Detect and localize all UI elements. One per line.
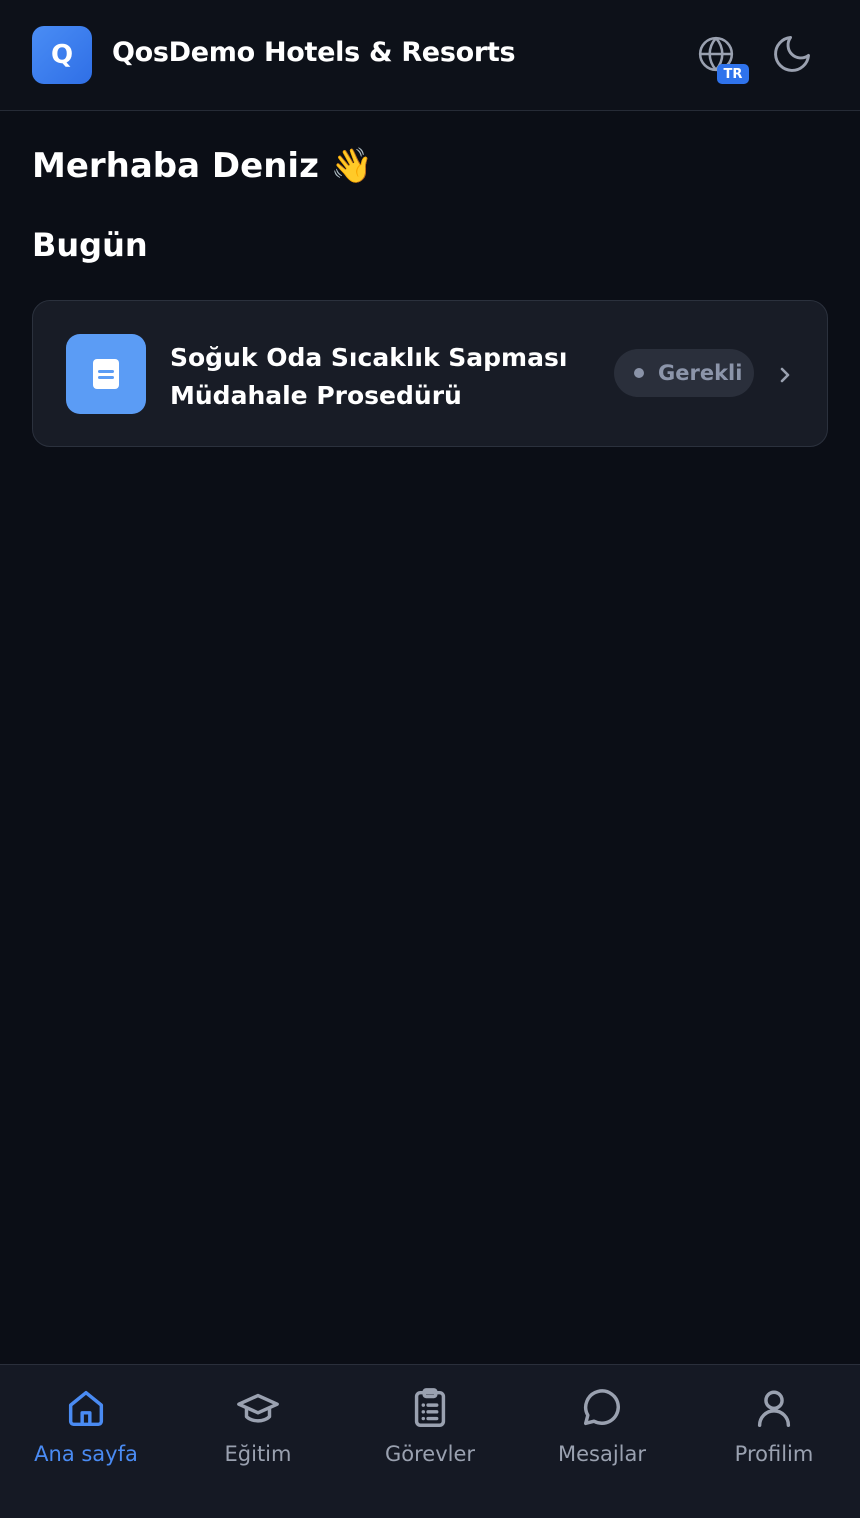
app-title: QosDemo Hotels & Resorts <box>112 37 516 68</box>
nav-label-tasks: Görevler <box>384 1442 476 1466</box>
bottom-navigation: Ana sayfa Eğitim Görevler Mesajlar Profi… <box>0 1364 860 1518</box>
app-root: Q QosDemo Hotels & Resorts TR Merhaba De… <box>0 0 860 1518</box>
today-item-title: Soğuk Oda Sıcaklık Sapması Müdahale Pros… <box>170 343 568 410</box>
nav-item-training[interactable]: Eğitim <box>172 1365 344 1518</box>
language-badge: TR <box>717 64 749 84</box>
app-logo[interactable]: Q <box>32 26 92 84</box>
nav-item-profile[interactable]: Profilim <box>688 1365 860 1518</box>
nav-item-messages[interactable]: Mesajlar <box>516 1365 688 1518</box>
nav-label-messages: Mesajlar <box>557 1442 647 1466</box>
chat-bubble-icon <box>583 1389 621 1426</box>
moon-icon <box>774 36 810 72</box>
nav-item-tasks[interactable]: Görevler <box>344 1365 516 1518</box>
today-section-title: Bugün <box>32 226 148 264</box>
theme-toggle-button[interactable] <box>770 32 814 76</box>
chevron-right-icon <box>780 367 790 383</box>
greeting-heading: Merhaba Deniz 👋 <box>32 146 374 186</box>
user-icon <box>757 1390 791 1427</box>
nav-label-home: Ana sayfa <box>34 1442 138 1466</box>
nav-label-training: Eğitim <box>224 1442 292 1466</box>
status-label: Gerekli <box>658 361 743 385</box>
logo-letter: Q <box>50 40 74 70</box>
today-item-card[interactable]: Soğuk Oda Sıcaklık Sapması Müdahale Pros… <box>32 300 828 447</box>
graduation-cap-icon <box>237 1393 279 1423</box>
nav-item-home[interactable]: Ana sayfa <box>0 1365 172 1518</box>
status-dot <box>634 368 644 378</box>
language-button[interactable]: TR <box>692 30 752 88</box>
nav-label-profile: Profilim <box>734 1442 814 1466</box>
clipboard-icon <box>414 1388 446 1427</box>
document-icon <box>66 334 146 414</box>
status-badge: Gerekli <box>614 349 754 397</box>
top-header: Q QosDemo Hotels & Resorts TR <box>0 0 860 111</box>
home-icon <box>68 1390 104 1427</box>
